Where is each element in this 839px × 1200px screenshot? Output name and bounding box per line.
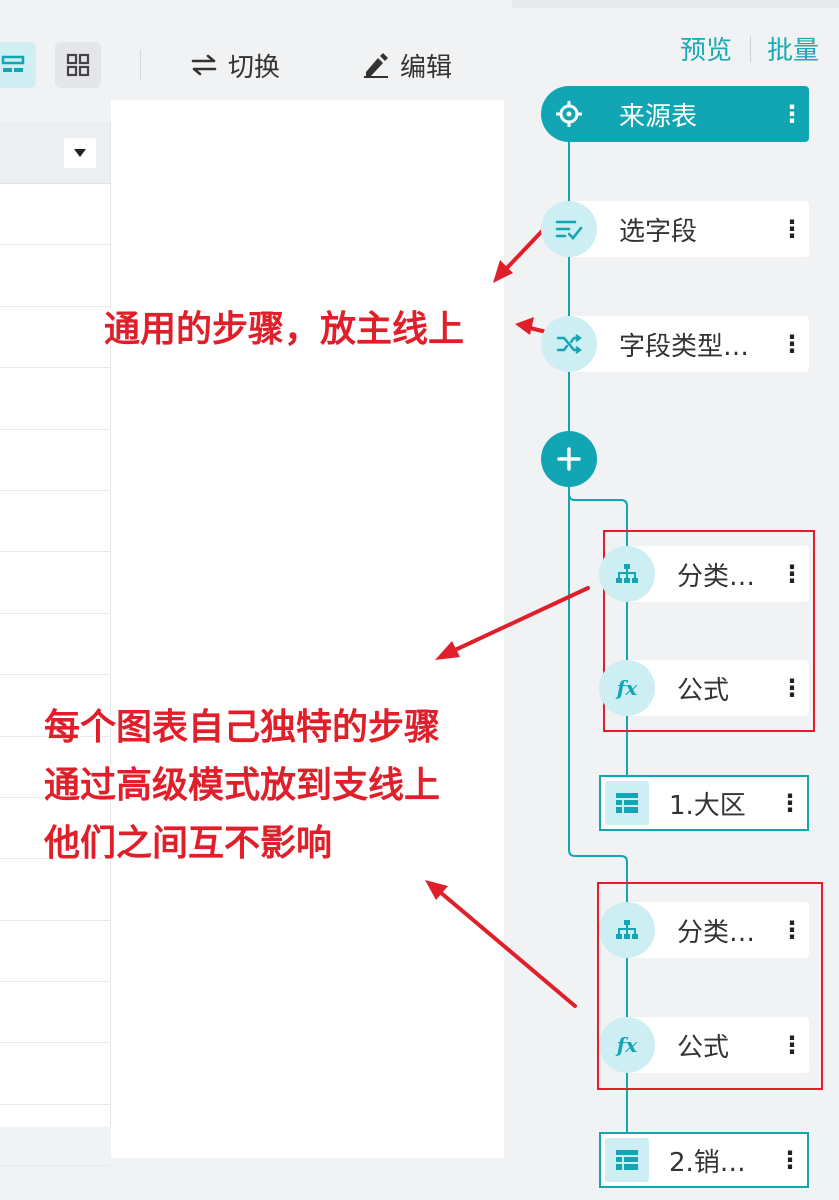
list-view-button[interactable] [0, 42, 36, 88]
caret-down-icon [74, 149, 86, 157]
table-icon [605, 1138, 649, 1182]
source-table-node[interactable]: 来源表 ⋮ [541, 86, 809, 142]
table-row[interactable] [0, 184, 110, 246]
chart-canvas [111, 100, 504, 1158]
group-icon [599, 546, 655, 602]
output-table-node[interactable]: 1.大区 ⋮ [599, 775, 809, 831]
table-row[interactable] [0, 368, 110, 430]
switch-icon [191, 54, 217, 76]
branch-annotation-line: 通过高级模式放到支线上 [44, 765, 441, 806]
shuffle-icon [541, 316, 597, 372]
table-row[interactable] [0, 245, 110, 307]
add-step-button[interactable] [541, 431, 597, 487]
more-options-icon[interactable]: ⋮ [775, 217, 809, 241]
table-row[interactable] [0, 1105, 110, 1167]
step-card: 选字段 ⋮ [569, 201, 809, 257]
step-select-fields[interactable]: 选字段 ⋮ [541, 201, 809, 257]
table-row[interactable] [0, 614, 110, 676]
more-options-icon[interactable]: ⋮ [773, 791, 807, 815]
plus-icon [557, 447, 581, 471]
branch-annotation-line: 每个图表自己独特的步骤 [44, 707, 441, 748]
table-row[interactable] [0, 982, 110, 1044]
table-row[interactable] [0, 552, 110, 614]
branch-annotation-line: 他们之间互不影响 [44, 823, 333, 864]
table-row[interactable] [0, 491, 110, 553]
edit-label: 编辑 [400, 52, 453, 83]
main-line-annotation: 通用的步骤，放主线上 [104, 309, 465, 350]
table-header [0, 122, 110, 184]
table-icon [605, 781, 649, 825]
output-table-node[interactable]: 2.销… ⋮ [599, 1132, 809, 1188]
output-label: 1.大区 [669, 790, 746, 821]
source-label: 来源表 [619, 101, 698, 132]
table-row[interactable] [0, 1043, 110, 1105]
preview-link[interactable]: 预览 [680, 30, 732, 67]
batch-link[interactable]: 批量 [767, 30, 819, 67]
table-row[interactable] [0, 921, 110, 983]
edit-button[interactable]: 编辑 [362, 46, 452, 84]
step-field-type[interactable]: 字段类型… ⋮ [541, 316, 809, 372]
group-icon [599, 902, 655, 958]
step-label: 选字段 [619, 216, 698, 247]
select-fields-icon [541, 201, 597, 257]
column-dropdown[interactable] [64, 138, 96, 168]
formula-icon: fx [599, 660, 655, 716]
formula-icon: fx [599, 1017, 655, 1073]
more-options-icon[interactable]: ⋮ [775, 102, 809, 126]
table-row[interactable] [0, 430, 110, 491]
switch-label: 切换 [228, 52, 281, 83]
grid-view-icon [66, 53, 90, 77]
crosshair-icon [541, 86, 597, 142]
grid-view-button[interactable] [55, 42, 101, 88]
toolbar: 切换 编辑 [0, 0, 512, 100]
edit-icon [364, 53, 388, 78]
link-divider [750, 35, 752, 62]
annotation-arrow [503, 226, 547, 272]
toolbar-divider [140, 50, 141, 80]
arrowhead [515, 317, 534, 335]
flow-header-links: 预览 批量 [680, 30, 819, 67]
output-label: 2.销… [669, 1147, 746, 1178]
switch-button[interactable]: 切换 [190, 46, 280, 84]
table-row[interactable] [0, 307, 110, 369]
list-view-icon [1, 55, 25, 72]
step-label: 字段类型… [619, 331, 750, 362]
data-table [0, 122, 111, 1167]
more-options-icon[interactable]: ⋮ [775, 332, 809, 356]
more-options-icon[interactable]: ⋮ [773, 1148, 807, 1172]
step-card: 字段类型… ⋮ [569, 316, 809, 372]
